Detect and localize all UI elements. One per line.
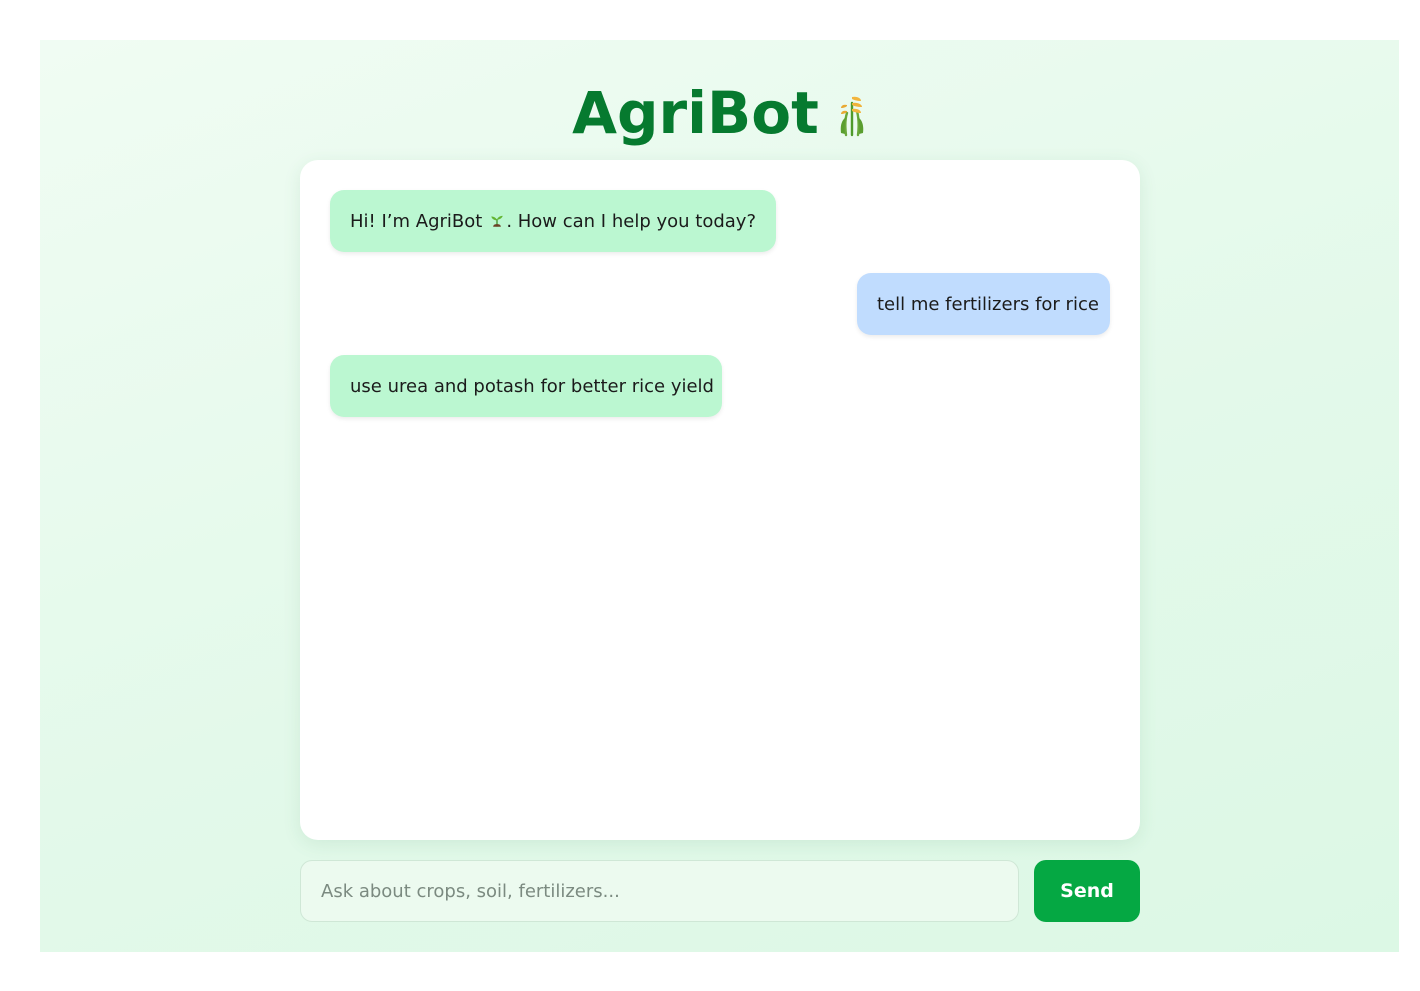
app-container: AgriBot Hi! I’m AgriBot . How can I help… bbox=[40, 40, 1399, 952]
message-text: Hi! I’m AgriBot bbox=[350, 210, 483, 232]
message-text: use urea and potash for better rice yiel… bbox=[350, 375, 714, 397]
send-button[interactable]: Send bbox=[1034, 860, 1140, 922]
bot-message: use urea and potash for better rice yiel… bbox=[330, 355, 722, 417]
message-input[interactable] bbox=[300, 860, 1019, 922]
message-text: tell me fertilizers for rice bbox=[877, 293, 1099, 315]
user-message: tell me fertilizers for rice bbox=[857, 273, 1110, 335]
bot-message: Hi! I’m AgriBot . How can I help you tod… bbox=[330, 190, 776, 252]
message-text: . How can I help you today? bbox=[506, 210, 756, 232]
composer: Send bbox=[300, 860, 1140, 922]
chat-window[interactable]: Hi! I’m AgriBot . How can I help you tod… bbox=[300, 160, 1140, 840]
sheaf-of-rice-icon bbox=[840, 96, 864, 137]
header: AgriBot bbox=[40, 78, 1399, 148]
seedling-icon bbox=[491, 215, 504, 227]
page-title: AgriBot bbox=[572, 79, 819, 147]
